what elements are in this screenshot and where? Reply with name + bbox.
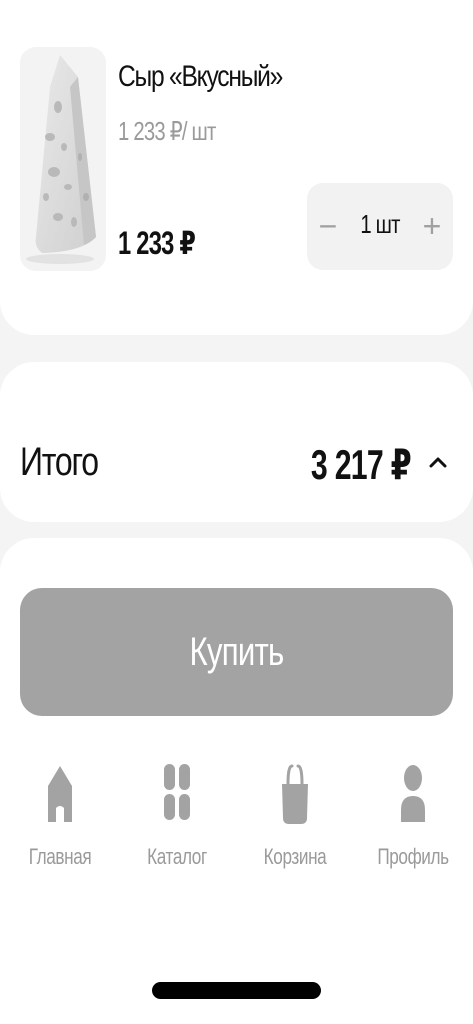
total-label: Итого: [20, 440, 99, 484]
profile-icon: [401, 765, 425, 822]
quantity-value: 1 шт: [360, 209, 400, 239]
product-price: 1 233 ₽: [118, 225, 196, 261]
home-indicator: [152, 982, 321, 999]
tab-home-label: Главная: [28, 844, 92, 869]
increase-quantity-button[interactable]: +: [417, 201, 447, 251]
basket-icon: [282, 764, 308, 824]
buy-button[interactable]: Купить: [20, 588, 453, 716]
tab-catalog-label: Каталог: [147, 844, 207, 869]
product-unit-price: 1 233 ₽/ шт: [118, 116, 216, 146]
home-icon: [48, 766, 72, 822]
tab-home[interactable]: Главная: [5, 760, 115, 880]
tab-profile[interactable]: Профиль: [358, 760, 468, 880]
catalog-grid-icon: [164, 764, 190, 820]
tab-cart[interactable]: Корзина: [240, 760, 350, 880]
tab-cart-label: Корзина: [263, 844, 327, 869]
tab-catalog[interactable]: Каталог: [122, 760, 232, 880]
quantity-stepper: − 1 шт +: [307, 183, 453, 270]
cheese-image-icon: [26, 55, 96, 264]
total-value: 3 217 ₽: [310, 441, 412, 488]
tab-profile-label: Профиль: [377, 844, 449, 869]
buy-button-label: Купить: [189, 629, 285, 674]
product-image[interactable]: [20, 47, 106, 271]
decrease-quantity-button[interactable]: −: [313, 201, 343, 251]
product-name: Сыр «Вкусный»: [118, 60, 283, 93]
chevron-up-icon[interactable]: [424, 448, 452, 476]
